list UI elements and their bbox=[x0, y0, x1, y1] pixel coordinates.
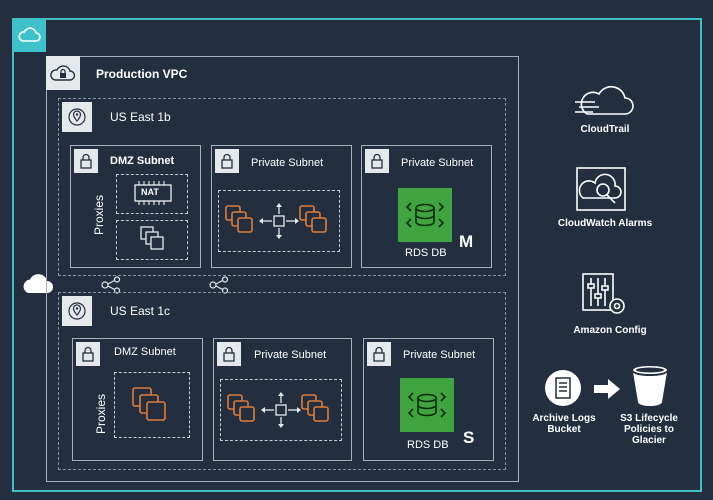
cloudtrail-label: CloudTrail bbox=[580, 124, 630, 135]
subnet-lock-icon bbox=[367, 342, 391, 366]
rds-db-label: RDS DB bbox=[405, 247, 447, 259]
instances-icon bbox=[129, 384, 173, 433]
archive-bucket-icon bbox=[543, 368, 583, 413]
subnet-label: DMZ Subnet bbox=[110, 155, 175, 167]
subnet-label: Private Subnet bbox=[254, 349, 327, 361]
db-role-master: M bbox=[459, 232, 474, 251]
subnet-lock-icon bbox=[76, 342, 100, 366]
vpc-lock-cloud-icon bbox=[46, 56, 80, 90]
rds-db-label: RDS DB bbox=[407, 439, 449, 451]
config-label: Amazon Config bbox=[573, 325, 647, 336]
subnet-lock-icon bbox=[365, 149, 389, 173]
autoscaling-instances-icon bbox=[222, 200, 338, 249]
cloudwatch-alarms-label: CloudWatch Alarms bbox=[557, 218, 653, 229]
proxies-label: Proxies bbox=[91, 194, 106, 236]
subnet-label: DMZ Subnet bbox=[114, 346, 176, 358]
s3-lifecycle-label: S3 Lifecycle Policies to Glacier bbox=[620, 413, 678, 446]
subnet-lock-icon bbox=[74, 149, 98, 173]
rds-database-icon bbox=[398, 188, 452, 242]
cloudtrail-icon bbox=[573, 80, 637, 125]
zone-name: US East 1c bbox=[110, 304, 171, 318]
aws-cloud-icon bbox=[12, 18, 46, 52]
subnet-label: Private Subnet bbox=[251, 157, 324, 169]
autoscaling-instances-icon bbox=[224, 389, 340, 438]
subnet-label: Private Subnet bbox=[401, 157, 474, 169]
archive-bucket-label: Archive Logs Bucket bbox=[532, 413, 596, 435]
s3-bucket-icon bbox=[629, 364, 671, 413]
location-pin-icon bbox=[62, 296, 92, 326]
rds-database-icon bbox=[400, 378, 454, 432]
vpc-title: Production VPC bbox=[96, 67, 188, 81]
proxies-label: Proxies bbox=[93, 393, 108, 435]
subnet-lock-icon bbox=[217, 342, 241, 366]
arrow-right-icon bbox=[592, 377, 622, 406]
instances-icon bbox=[138, 224, 168, 259]
db-role-standby: S bbox=[463, 428, 475, 447]
config-icon bbox=[581, 272, 629, 323]
subnet-lock-icon bbox=[215, 149, 239, 173]
nat-label: NAT bbox=[141, 187, 159, 197]
zone-name: US East 1b bbox=[110, 110, 171, 124]
subnet-label: Private Subnet bbox=[403, 349, 476, 361]
location-pin-icon bbox=[62, 102, 92, 132]
cloudwatch-alarms-icon bbox=[575, 166, 627, 217]
